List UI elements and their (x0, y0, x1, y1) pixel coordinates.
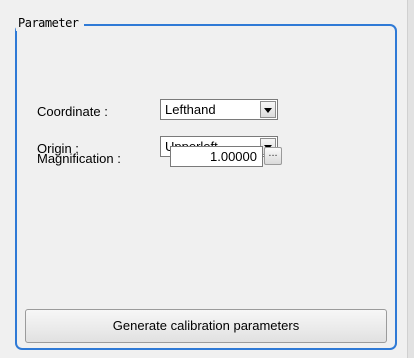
coordinate-label: Coordinate : (37, 104, 108, 119)
coordinate-dropdown[interactable]: Lefthand (160, 99, 278, 120)
chevron-down-icon[interactable] (260, 101, 276, 118)
coordinate-value: Lefthand (165, 102, 216, 117)
magnification-ellipsis-button[interactable]: ... (264, 147, 282, 165)
magnification-field[interactable]: 1.00000 (170, 146, 263, 167)
magnification-value: 1.00000 (210, 149, 257, 164)
parameter-group-title: Parameter (16, 15, 84, 31)
magnification-label: Magnification : (37, 151, 121, 166)
parameter-groupbox (15, 24, 397, 350)
scrollbar-edge (407, 0, 414, 358)
generate-calibration-button[interactable]: Generate calibration parameters (25, 309, 387, 343)
parameter-panel: Parameter Coordinate : Lefthand Origin :… (0, 0, 414, 358)
